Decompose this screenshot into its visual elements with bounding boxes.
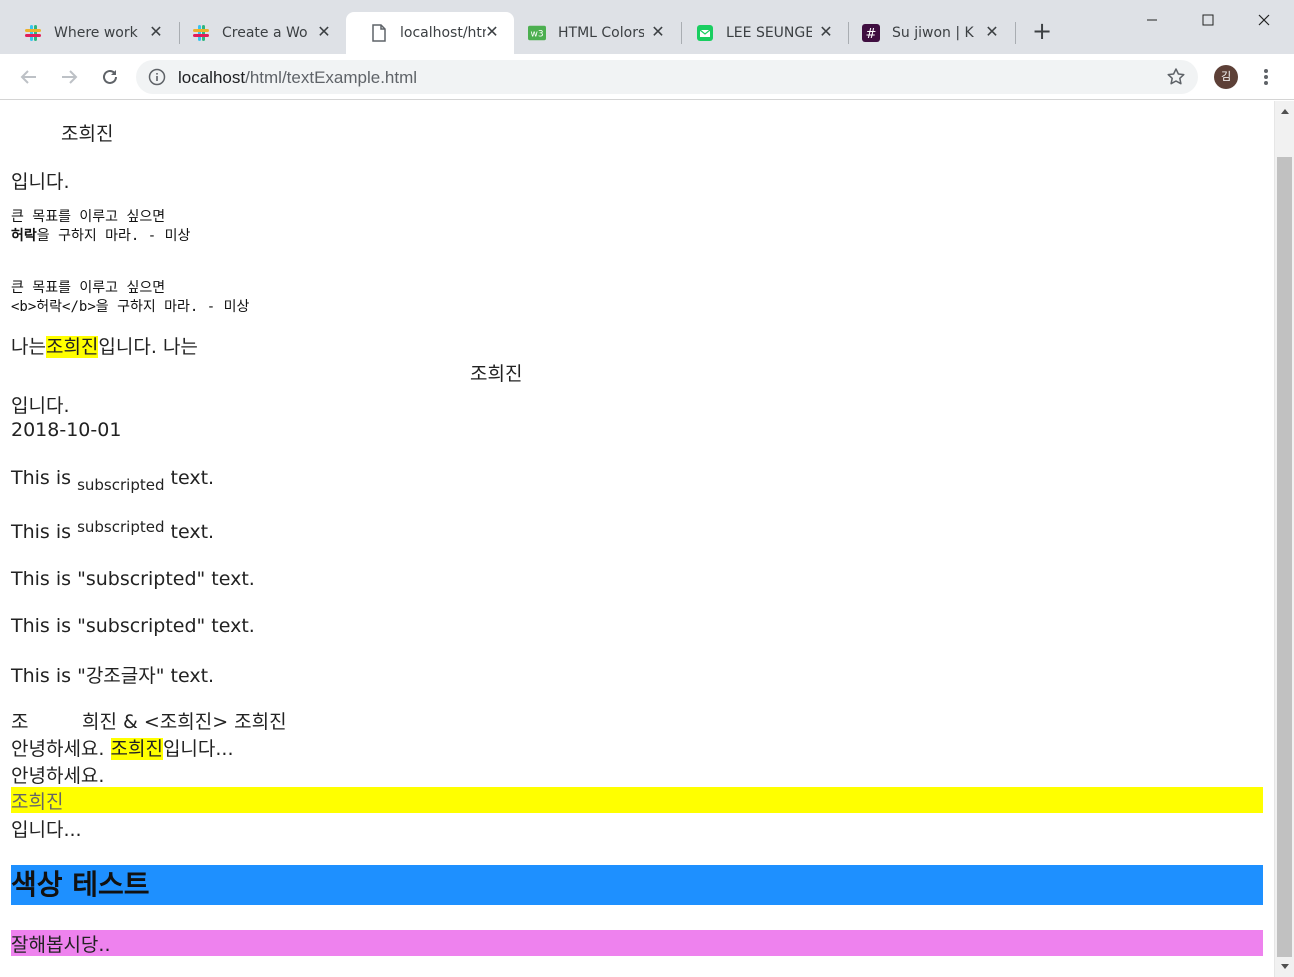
highlighted-block: 조희진: [11, 787, 1263, 813]
pre-text-line: 허락을 구하지 마라. - 미상: [11, 225, 190, 245]
url-text: localhost/html/textExample.html: [178, 68, 417, 88]
reload-icon[interactable]: [96, 63, 124, 91]
url-path: /html/textExample.html: [245, 68, 418, 87]
pre-text-line: 큰 목표를 이루고 싶으면: [11, 209, 166, 225]
tab-title: HTML Colors: [558, 25, 644, 41]
subscript-example: This is subscripted text.: [11, 467, 215, 494]
subscript-text: subscripted: [77, 476, 165, 494]
page-icon: [370, 24, 388, 42]
text-segment: 입니다...: [162, 738, 234, 760]
browser-toolbar: localhost/html/textExample.html 김: [0, 54, 1294, 100]
close-tab-icon[interactable]: ✕: [650, 24, 666, 40]
minimize-icon[interactable]: [1124, 0, 1180, 40]
tab-slack-channel[interactable]: # Su jiwon | K ✕: [838, 12, 1014, 54]
footer-block: 잘해봅시당..: [11, 930, 1263, 956]
close-tab-icon[interactable]: ✕: [148, 24, 164, 40]
pre-text-rest: 을 구하지 마라. - 미상: [36, 228, 191, 244]
tab-mail[interactable]: LEE SEUNGE ✕: [672, 12, 848, 54]
scroll-up-arrow-icon[interactable]: [1275, 103, 1294, 119]
text-segment: This is: [11, 521, 72, 543]
text-segment: This is: [11, 467, 72, 489]
centered-name: 조희진: [470, 363, 523, 385]
tab-title: Su jiwon | K: [892, 25, 974, 41]
svg-text:w3: w3: [530, 30, 543, 40]
bold-text: 허락: [11, 228, 37, 244]
scroll-down-arrow-icon[interactable]: [1275, 959, 1294, 975]
date-text: 2018-10-01: [11, 419, 122, 441]
tab-title: Create a Wo: [222, 25, 308, 41]
text-line: 입니다...: [11, 819, 82, 841]
tab-slack-2[interactable]: Create a Wo ✕: [168, 12, 346, 54]
profile-avatar[interactable]: 김: [1214, 65, 1238, 89]
text-segment: 나는: [11, 336, 46, 358]
name-indented: 조희진: [61, 123, 114, 145]
mail-icon: [696, 24, 714, 42]
close-tab-icon[interactable]: ✕: [484, 24, 500, 40]
quote-line: This is "subscripted" text.: [11, 568, 255, 590]
highlighted-name: 조희진: [110, 738, 163, 760]
maximize-icon[interactable]: [1180, 0, 1236, 40]
tab-html-colors[interactable]: w3 HTML Colors ✕: [504, 12, 680, 54]
tab-slack-1[interactable]: Where work ✕: [0, 12, 178, 54]
tab-title: localhost/htm: [400, 25, 486, 41]
quote-line: This is "강조글자" text.: [11, 665, 215, 687]
tab-title: Where work: [54, 25, 138, 41]
forward-arrow-icon[interactable]: [55, 63, 83, 91]
entity-line: 희진 & <조희진> 조희진: [82, 711, 287, 733]
text-line: 입니다.: [11, 395, 70, 417]
text-segment: 안녕하세요.: [11, 738, 105, 760]
bookmark-star-icon[interactable]: [1166, 67, 1186, 87]
tab-title: LEE SEUNGE: [726, 25, 812, 41]
text-line: 안녕하세요. 조희진입니다...: [11, 734, 234, 761]
hash-icon: #: [862, 24, 880, 42]
back-arrow-icon[interactable]: [15, 63, 43, 91]
tab-divider: [1015, 22, 1016, 44]
address-bar[interactable]: localhost/html/textExample.html: [136, 60, 1198, 94]
url-host: localhost: [178, 68, 246, 87]
close-tab-icon[interactable]: ✕: [984, 24, 1000, 40]
close-tab-icon[interactable]: ✕: [818, 24, 834, 40]
scrollbar-thumb[interactable]: [1277, 157, 1292, 957]
window-close-icon[interactable]: [1236, 0, 1292, 40]
slack-icon: [24, 24, 42, 42]
text-line: 나는조희진입니다. 나는: [11, 332, 198, 359]
pre-text-escaped: <b>허락</b>을 구하지 마라. - 미상: [11, 299, 250, 315]
info-icon[interactable]: [148, 68, 166, 86]
pre-text-line: 큰 목표를 이루고 싶으면: [11, 280, 166, 296]
slack-icon: [192, 24, 210, 42]
quote-line: This is "subscripted" text.: [11, 615, 255, 637]
tab-localhost-active[interactable]: localhost/htm ✕: [346, 12, 514, 54]
tab-strip: Where work ✕ Create a Wo ✕ localhost/htm…: [0, 0, 1294, 54]
svg-text:#: #: [866, 27, 877, 42]
more-menu-icon[interactable]: [1256, 65, 1276, 89]
page-viewport: 조희진 입니다. 큰 목표를 이루고 싶으면 허락을 구하지 마라. - 미상 …: [0, 101, 1274, 977]
superscript-text: subscripted: [77, 518, 165, 536]
vertical-scrollbar[interactable]: [1274, 101, 1294, 977]
highlighted-name: 조희진: [45, 336, 99, 358]
text-segment: text.: [170, 467, 215, 489]
text-line: 안녕하세요.: [11, 765, 105, 787]
new-tab-button[interactable]: +: [1030, 19, 1054, 44]
color-test-heading: 색상 테스트: [11, 865, 1263, 905]
entity-line: 조: [11, 711, 29, 733]
text-line: 입니다.: [11, 171, 70, 193]
w3schools-icon: w3: [528, 24, 546, 42]
close-tab-icon[interactable]: ✕: [316, 24, 332, 40]
text-segment: text.: [170, 521, 215, 543]
text-segment: 입니다. 나는: [98, 336, 198, 358]
superscript-example: This is subscripted text.: [11, 518, 215, 543]
